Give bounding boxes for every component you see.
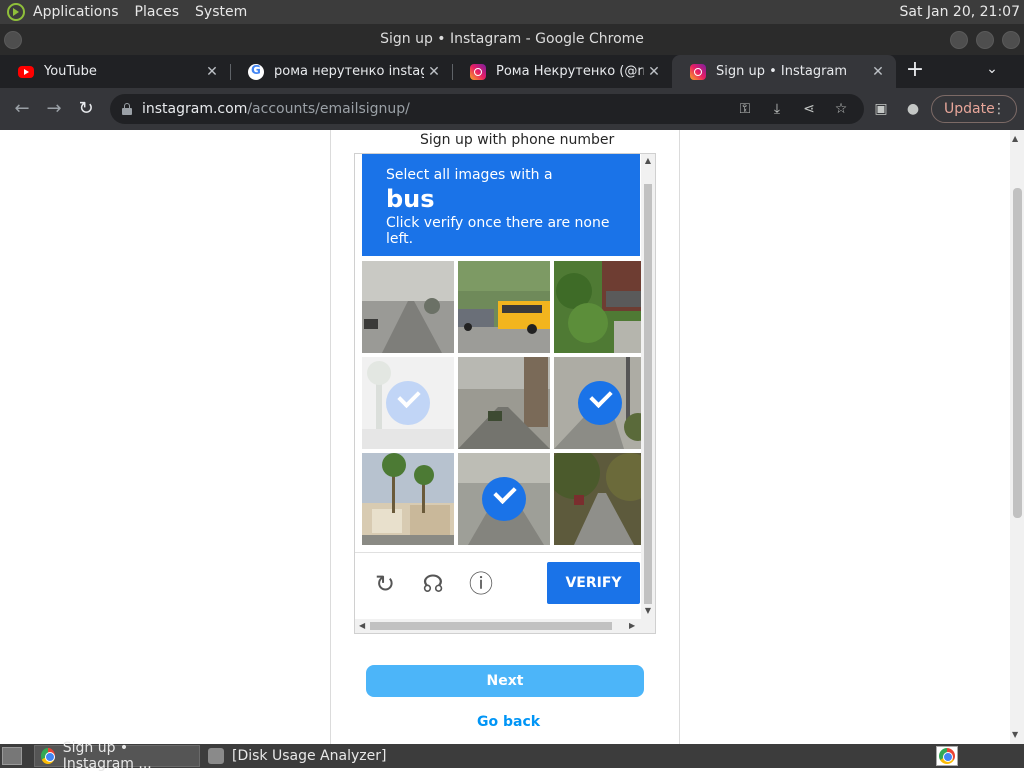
lock-icon[interactable] <box>122 103 132 115</box>
captcha-tile[interactable] <box>362 261 454 353</box>
captcha-target: bus <box>386 185 435 213</box>
captcha-tile[interactable] <box>554 453 646 545</box>
scroll-down-arrow-icon[interactable]: ▼ <box>1012 730 1018 739</box>
captcha-footer-divider <box>355 552 645 553</box>
tab-strip: YouTube ✕ рома нерутенко instagram ✕ Ром… <box>0 55 1024 88</box>
more-menu-icon[interactable]: ⋮ <box>992 96 1006 122</box>
top-panel: Applications Places System Sat Jan 20, 2… <box>0 0 1024 24</box>
taskbar-chrome-window[interactable]: Sign up • Instagram ... <box>34 740 200 772</box>
update-label: Update <box>944 101 995 117</box>
selected-check-icon <box>578 381 622 425</box>
share-icon[interactable]: ⋖ <box>799 99 819 119</box>
browser-toolbar: ← → ↻ instagram.com/accounts/emailsignup… <box>0 88 1024 130</box>
tab-search-chevron-icon[interactable]: ⌄ <box>982 61 1002 81</box>
system-menu[interactable]: System <box>195 4 247 20</box>
install-app-icon[interactable]: ⤓ <box>767 99 787 119</box>
window-menu-icon[interactable] <box>4 31 22 49</box>
phone-signup-link[interactable]: Sign up with phone number <box>420 132 614 148</box>
captcha-horizontal-scrollbar[interactable]: ◀ ▶ <box>355 619 655 633</box>
side-panel-icon[interactable]: ▣ <box>871 99 891 119</box>
bottom-taskbar: Sign up • Instagram ... [Disk Usage Anal… <box>0 740 1024 772</box>
page-content: Sign up with phone number Select all ima… <box>0 130 1024 744</box>
gnome-foot-icon[interactable] <box>7 3 25 21</box>
selected-check-icon <box>386 381 430 425</box>
selected-check-icon <box>482 477 526 521</box>
tab-title: Рома Некрутенко (@rnek <box>496 64 644 79</box>
task-label: Sign up • Instagram ... <box>62 740 152 772</box>
captcha-tile[interactable] <box>554 261 646 353</box>
go-back-link[interactable]: Go back <box>477 714 540 730</box>
captcha-hint: Click verify once there are none left. <box>386 215 610 247</box>
window-titlebar[interactable]: Sign up • Instagram - Google Chrome <box>0 24 1024 55</box>
close-window-icon[interactable] <box>1002 31 1020 49</box>
taskbar-disk-usage-window[interactable]: [Disk Usage Analyzer] <box>202 745 402 767</box>
scrollbar-thumb[interactable] <box>1013 188 1022 518</box>
minimize-icon[interactable] <box>950 31 968 49</box>
task-label: [Disk Usage Analyzer] <box>232 748 387 764</box>
scroll-right-arrow-icon[interactable]: ▶ <box>629 619 635 633</box>
captcha-tile[interactable] <box>362 453 454 545</box>
tab-youtube[interactable]: YouTube ✕ <box>0 55 230 88</box>
captcha-vertical-scrollbar[interactable]: ▲ ▼ <box>641 154 655 619</box>
captcha-instruction: Select all images with a <box>386 167 553 183</box>
close-tab-icon[interactable]: ✕ <box>424 64 444 80</box>
chrome-icon <box>41 748 55 764</box>
url-host: instagram.com <box>142 101 248 117</box>
bookmark-star-icon[interactable]: ☆ <box>831 99 851 119</box>
scrollbar-thumb[interactable] <box>644 184 652 604</box>
google-icon <box>248 63 264 80</box>
scroll-up-arrow-icon[interactable]: ▲ <box>1012 134 1018 143</box>
scroll-left-arrow-icon[interactable]: ◀ <box>359 619 365 633</box>
window-title: Sign up • Instagram - Google Chrome <box>380 31 644 47</box>
applications-menu[interactable]: Applications <box>33 4 119 20</box>
places-menu[interactable]: Places <box>135 4 180 20</box>
youtube-icon <box>18 65 34 78</box>
tab-instagram-profile[interactable]: Рома Некрутенко (@rnek ✕ <box>452 55 672 88</box>
clock[interactable]: Sat Jan 20, 21:07 <box>900 4 1021 20</box>
recaptcha-challenge: Select all images with a bus Click verif… <box>354 153 656 634</box>
captcha-tile-selected[interactable] <box>554 357 646 449</box>
update-button[interactable]: Update ⋮ <box>931 95 1017 123</box>
close-tab-icon[interactable]: ✕ <box>644 64 664 80</box>
info-icon[interactable]: ⓘ <box>467 570 495 598</box>
close-tab-icon[interactable]: ✕ <box>868 64 888 80</box>
tab-title: Sign up • Instagram <box>716 64 848 79</box>
maximize-icon[interactable] <box>976 31 994 49</box>
forward-arrow-icon[interactable]: → <box>42 97 66 121</box>
tray-chrome-icon[interactable] <box>936 746 958 766</box>
show-desktop-icon[interactable] <box>2 747 22 765</box>
scroll-down-arrow-icon[interactable]: ▼ <box>641 606 655 615</box>
instagram-icon <box>470 63 486 80</box>
verify-button[interactable]: VERIFY <box>547 562 640 604</box>
reload-challenge-icon[interactable]: ↻ <box>371 570 399 598</box>
tab-instagram-signup[interactable]: Sign up • Instagram ✕ <box>672 55 896 88</box>
captcha-tile-selected[interactable] <box>362 357 454 449</box>
close-tab-icon[interactable]: ✕ <box>202 64 222 80</box>
profile-icon[interactable]: ● <box>903 99 923 119</box>
audio-challenge-icon[interactable]: ☊ <box>419 570 447 598</box>
disk-usage-icon <box>208 748 224 764</box>
captcha-header: Select all images with a bus Click verif… <box>362 154 640 256</box>
new-tab-button[interactable]: + <box>903 59 927 83</box>
chrome-icon <box>939 748 955 764</box>
instagram-icon <box>690 63 706 80</box>
key-icon[interactable]: ⚿ <box>735 99 755 119</box>
captcha-tile-selected[interactable] <box>458 453 550 545</box>
scrollbar-thumb[interactable] <box>370 622 612 630</box>
tab-google-search[interactable]: рома нерутенко instagram ✕ <box>230 55 452 88</box>
captcha-tile[interactable] <box>458 261 550 353</box>
tab-title: YouTube <box>44 64 97 79</box>
page-vertical-scrollbar[interactable]: ▲ ▼ <box>1010 130 1024 744</box>
captcha-tile[interactable] <box>458 357 550 449</box>
scroll-up-arrow-icon[interactable]: ▲ <box>641 156 655 165</box>
back-arrow-icon[interactable]: ← <box>10 97 34 121</box>
reload-icon[interactable]: ↻ <box>74 97 98 121</box>
tab-title: рома нерутенко instagram <box>274 64 424 79</box>
url-path: /accounts/emailsignup/ <box>247 101 410 117</box>
next-button[interactable]: Next <box>366 665 644 697</box>
